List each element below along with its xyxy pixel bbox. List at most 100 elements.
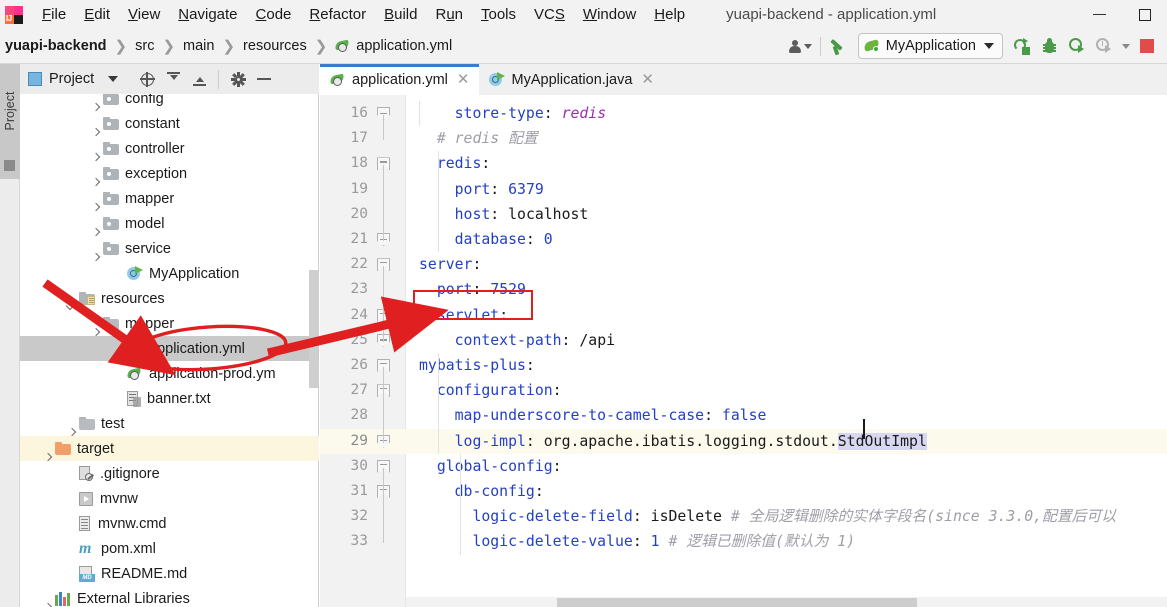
run-configuration-selector[interactable]: MyApplication	[857, 33, 1003, 59]
code-editor[interactable]: 16 store-type: redis 17 # redis 配置 18 redi…	[320, 95, 1167, 607]
minimize-button[interactable]	[1077, 0, 1122, 29]
line-content[interactable]: store-type: redis	[419, 101, 606, 126]
collapse-all-icon[interactable]	[186, 66, 212, 92]
project-panel-scrollbar[interactable]	[309, 270, 318, 388]
code-line[interactable]: 28 map-underscore-to-camel-case: false	[320, 403, 1167, 428]
tree-item-model[interactable]: model	[20, 211, 319, 236]
tree-item-application-prod-ym[interactable]: application-prod.ym	[20, 361, 319, 386]
code-line[interactable]: 26 mybatis-plus:	[320, 353, 1167, 378]
menu-view[interactable]: View	[119, 3, 169, 26]
menu-code[interactable]: Code	[247, 3, 301, 26]
line-content[interactable]: server:	[419, 252, 481, 277]
project-view-chevron-down-icon[interactable]	[108, 76, 119, 82]
tree-item-pom-xml[interactable]: m pom.xml	[20, 536, 319, 561]
tree-item-banner-txt[interactable]: banner.txt	[20, 386, 319, 411]
code-line[interactable]: 18 redis:	[320, 151, 1167, 176]
tree-item-myapplication[interactable]: MyApplication	[20, 261, 319, 286]
code-line[interactable]: 31 db-config:	[320, 479, 1167, 504]
editor-horizontal-scrollbar[interactable]	[406, 597, 1167, 607]
menu-vcs[interactable]: VCS	[525, 3, 574, 26]
tab-myapplication-java[interactable]: MyApplication.java ✕	[479, 64, 663, 95]
tree-item-mapper[interactable]: mapper	[20, 311, 319, 336]
tree-item-external-libraries[interactable]: External Libraries	[20, 586, 319, 607]
build-hammer-icon[interactable]	[827, 33, 854, 59]
hide-panel-icon[interactable]	[251, 66, 277, 92]
tree-item-application-yml[interactable]: application.yml	[20, 336, 319, 361]
menu-build[interactable]: Build	[375, 3, 426, 26]
code-line[interactable]: 27 configuration:	[320, 378, 1167, 403]
select-opened-file-icon[interactable]	[134, 66, 160, 92]
tool-window-button-project[interactable]: Project	[0, 64, 20, 179]
code-line[interactable]: 20 host: localhost	[320, 202, 1167, 227]
line-content[interactable]: configuration:	[419, 378, 562, 403]
run-with-coverage-icon[interactable]	[1063, 33, 1090, 59]
menu-window[interactable]: Window	[574, 3, 645, 26]
code-line[interactable]: 21 database: 0	[320, 227, 1167, 252]
line-content[interactable]: database: 0	[419, 227, 553, 252]
line-content[interactable]: logic-delete-field: isDelete # 全局逻辑删除的实体…	[419, 504, 1116, 529]
close-icon[interactable]: ✕	[641, 72, 654, 87]
line-content[interactable]: db-config:	[419, 479, 544, 504]
tree-item-config[interactable]: config	[20, 94, 319, 111]
menu-edit[interactable]: Edit	[75, 3, 119, 26]
menu-run[interactable]: Run	[426, 3, 472, 26]
maximize-button[interactable]	[1122, 0, 1167, 29]
code-line[interactable]: 33 logic-delete-value: 1 # 逻辑已删除值(默认为 1)	[320, 529, 1167, 554]
breadcrumb-item-main[interactable]: main	[183, 38, 214, 54]
tree-item-gitignore[interactable]: .gitignore	[20, 461, 319, 486]
breadcrumb-separator: ❯	[114, 38, 128, 55]
tree-item-constant[interactable]: constant	[20, 111, 319, 136]
tree-item-mvnw-cmd[interactable]: mvnw.cmd	[20, 511, 319, 536]
code-line[interactable]: 16 store-type: redis	[320, 101, 1167, 126]
tree-item-exception[interactable]: exception	[20, 161, 319, 186]
code-line[interactable]: 25 context-path: /api	[320, 328, 1167, 353]
tree-item-service[interactable]: service	[20, 236, 319, 261]
code-line[interactable]: 32 logic-delete-field: isDelete # 全局逻辑删除…	[320, 504, 1167, 529]
profiler-icon[interactable]	[1090, 33, 1117, 59]
tree-item-mvnw[interactable]: mvnw	[20, 486, 319, 511]
code-line[interactable]: 19 port: 6379	[320, 177, 1167, 202]
menu-navigate[interactable]: Navigate	[169, 3, 246, 26]
expand-all-icon[interactable]	[160, 66, 186, 92]
breadcrumb-item-resources[interactable]: resources	[243, 38, 307, 54]
tab-application-yml[interactable]: application.yml ✕	[320, 64, 479, 95]
line-content[interactable]: map-underscore-to-camel-case: false	[419, 403, 767, 428]
tree-item-controller[interactable]: controller	[20, 136, 319, 161]
tree-item-readme-md[interactable]: MD README.md	[20, 561, 319, 586]
tree-item-test[interactable]: test	[20, 411, 319, 436]
tree-item-resources[interactable]: resources	[20, 286, 319, 311]
code-line[interactable]: 22 server:	[320, 252, 1167, 277]
menu-help[interactable]: Help	[645, 3, 694, 26]
project-tree[interactable]: config constant controller exception mapper m…	[20, 94, 319, 607]
breadcrumb-item-src[interactable]: src	[135, 38, 154, 54]
code-line[interactable]: 29 log-impl: org.apache.ibatis.logging.s…	[320, 418, 1167, 454]
line-content[interactable]: mybatis-plus:	[419, 353, 535, 378]
line-content[interactable]: log-impl: org.apache.ibatis.logging.stdo…	[419, 418, 927, 454]
line-content[interactable]: logic-delete-value: 1 # 逻辑已删除值(默认为 1)	[419, 529, 855, 554]
close-icon[interactable]: ✕	[457, 72, 470, 87]
scrollbar-thumb[interactable]	[557, 598, 917, 607]
tree-item-target[interactable]: target	[20, 436, 319, 461]
line-content[interactable]: global-config:	[419, 454, 562, 479]
line-content[interactable]: context-path: /api	[419, 328, 615, 353]
line-content[interactable]: redis:	[419, 151, 490, 176]
line-content[interactable]: # redis 配置	[419, 126, 538, 151]
user-settings-icon[interactable]	[787, 33, 814, 59]
menu-file[interactable]: File	[33, 3, 75, 26]
settings-gear-icon[interactable]	[225, 66, 251, 92]
profiler-dropdown-icon[interactable]	[1117, 33, 1133, 59]
menu-tools[interactable]: Tools	[472, 3, 525, 26]
breadcrumb-item-project[interactable]: yuapi-backend	[0, 38, 107, 54]
tree-item-mapper[interactable]: mapper	[20, 186, 319, 211]
structure-tool-icon[interactable]	[4, 160, 15, 171]
debug-icon[interactable]	[1036, 33, 1063, 59]
menu-refactor[interactable]: Refactor	[300, 3, 375, 26]
line-content[interactable]: host: localhost	[419, 202, 589, 227]
code-line[interactable]: 30 global-config:	[320, 454, 1167, 479]
tree-item-label: mapper	[125, 315, 175, 332]
code-lines[interactable]: 16 store-type: redis 17 # redis 配置 18 redi…	[320, 95, 1167, 607]
stop-icon[interactable]	[1133, 33, 1160, 59]
breadcrumb-item-file[interactable]: application.yml	[356, 38, 452, 54]
code-line[interactable]: 17 # redis 配置	[320, 126, 1167, 151]
run-icon[interactable]	[1009, 33, 1036, 59]
